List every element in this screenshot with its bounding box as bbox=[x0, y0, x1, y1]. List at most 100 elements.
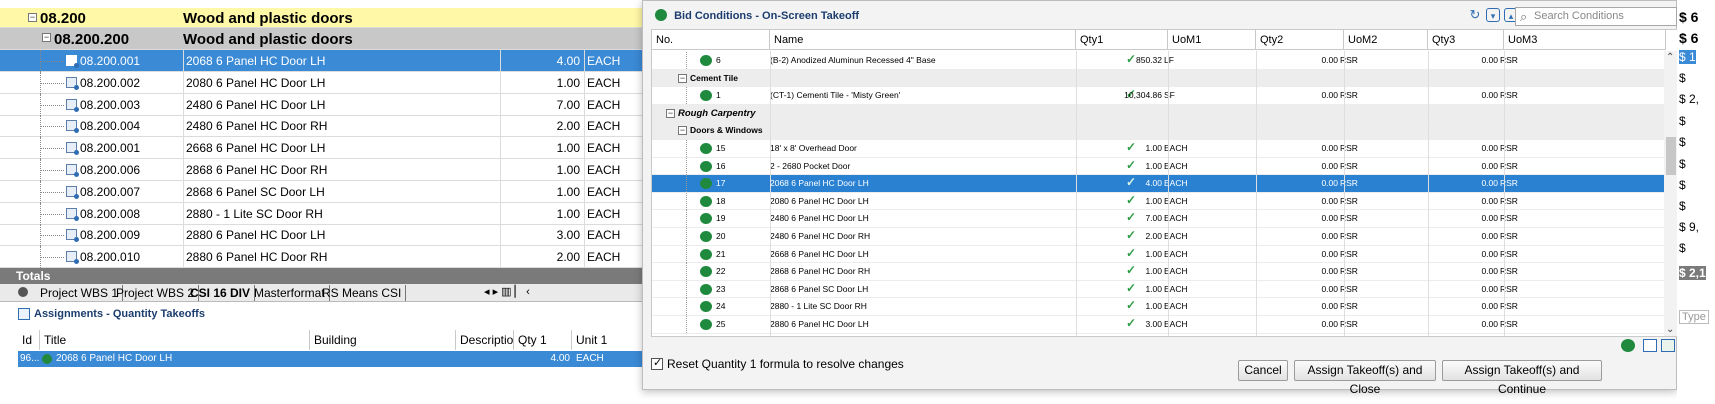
assignments-col-description[interactable]: Description bbox=[456, 330, 520, 350]
scroll-thumb[interactable] bbox=[1666, 137, 1676, 175]
estimate-row[interactable]: 08.200.010 2880 6 Panel HC Door RH 2.00 EAC… bbox=[0, 246, 645, 269]
assignments-col-id[interactable]: Id bbox=[18, 330, 40, 350]
tab-scroll-icon[interactable] bbox=[18, 287, 28, 297]
group-row[interactable]: − Doors & Windows bbox=[652, 122, 1666, 140]
assignments-icon bbox=[18, 308, 30, 320]
scroll-down-icon[interactable]: ⌄ bbox=[1666, 324, 1674, 335]
filter-icon[interactable] bbox=[1643, 339, 1657, 352]
condition-row[interactable]: 23 2868 6 Panel SC Door LH ✓ 1.00 EACH 0.00 RS… bbox=[652, 280, 1666, 299]
tab-project-wbs-1[interactable]: Project WBS 1 bbox=[36, 285, 124, 301]
estimate-row[interactable]: 08.200.003 2480 6 Panel HC Door LH 7.00 EAC… bbox=[0, 93, 645, 116]
condition-name: 2 - 2680 Pocket Door bbox=[770, 160, 851, 171]
total-value: $ 2,1 bbox=[1679, 266, 1706, 280]
column-no[interactable]: No. bbox=[652, 30, 770, 50]
assignment-row[interactable]: 96... 2068 6 Panel HC Door LH 4.00 EACH bbox=[18, 351, 645, 367]
collapse-all-icon[interactable]: ▾ bbox=[1486, 8, 1500, 22]
item-description: 2868 6 Panel SC Door LH bbox=[183, 180, 325, 203]
group-row-08200200[interactable]: −08.200.200 Wood and plastic doors bbox=[0, 28, 645, 50]
group-row[interactable]: − Cement Tile bbox=[652, 69, 1666, 88]
tree-line bbox=[686, 87, 687, 105]
estimate-row[interactable]: 08.200.006 2868 6 Panel HC Door RH 1.00 EAC… bbox=[0, 159, 645, 181]
column-uom2[interactable]: UoM2 bbox=[1344, 30, 1428, 50]
condition-icon bbox=[700, 231, 712, 242]
collapse-icon[interactable]: − bbox=[28, 13, 37, 22]
tree-line bbox=[686, 52, 687, 69]
reset-checkbox[interactable] bbox=[651, 356, 663, 370]
total-value: $ bbox=[1679, 241, 1686, 255]
cancel-button[interactable]: Cancel bbox=[1238, 360, 1288, 381]
condition-row[interactable]: 18 2080 6 Panel HC Door LH ✓ 1.00 EACH 0.00 RS… bbox=[652, 192, 1666, 211]
estimate-row[interactable]: 08.200.001 2068 6 Panel HC Door LH 4.00 EAC… bbox=[0, 50, 645, 72]
condition-row[interactable]: 24 2880 - 1 Lite SC Door RH ✓ 1.00 EACH 0.00 R… bbox=[652, 298, 1666, 316]
tab-csi-16-div[interactable]: CSI 16 DIV bbox=[186, 285, 256, 301]
tree-line bbox=[686, 210, 687, 228]
condition-icon bbox=[700, 301, 712, 313]
column-qty3[interactable]: Qty3 bbox=[1428, 30, 1504, 50]
column-name[interactable]: Name bbox=[770, 30, 1076, 50]
tree-line bbox=[686, 192, 687, 210]
scroll-up-icon[interactable]: ⌃ bbox=[1666, 52, 1674, 63]
tab-navigation[interactable]: ◂ ▸ ▥ ▏ ‹ bbox=[484, 285, 530, 298]
column-qty2[interactable]: Qty2 bbox=[1256, 30, 1344, 50]
collapse-icon[interactable]: − bbox=[678, 73, 687, 83]
qty3-value: 0.00 bbox=[1481, 301, 1498, 312]
condition-row[interactable]: 19 2480 6 Panel HC Door LH ✓ 7.00 EACH 0.00 RS… bbox=[652, 210, 1666, 228]
condition-number: 17 bbox=[716, 178, 726, 189]
add-takeoff-icon[interactable] bbox=[1621, 339, 1635, 352]
condition-row[interactable]: 21 2668 6 Panel HC Door LH ✓ 1.00 EACH 0.00 RS… bbox=[652, 245, 1666, 264]
estimate-row[interactable]: 08.200.008 2880 - 1 Lite SC Door RH 1.00 EA… bbox=[0, 202, 645, 225]
condition-number: 18 bbox=[716, 195, 726, 206]
search-conditions-input[interactable]: Search Conditions bbox=[1515, 7, 1677, 26]
condition-row[interactable]: 22 2868 6 Panel HC Door RH ✓ 1.00 EACH 0.00 RS… bbox=[652, 263, 1666, 281]
condition-number: 1 bbox=[716, 90, 721, 101]
item-uom: EACH bbox=[584, 202, 620, 225]
uom3-value: RSR bbox=[1500, 231, 1518, 241]
estimate-row[interactable]: 08.200.002 2080 6 Panel HC Door LH 1.00 EAC… bbox=[0, 71, 645, 94]
item-code: 08.200.006 bbox=[80, 163, 141, 177]
item-uom: EACH bbox=[584, 93, 620, 116]
condition-row[interactable]: 20 2480 6 Panel HC Door RH ✓ 2.00 EACH 0.00 RS… bbox=[652, 228, 1666, 246]
assign-close-button[interactable]: Assign Takeoff(s) and Close bbox=[1294, 360, 1436, 396]
uom2-value: RSR bbox=[1340, 266, 1358, 277]
item-icon bbox=[66, 98, 79, 112]
condition-row[interactable]: 17 2068 6 Panel HC Door LH ✓ 4.00 EACH 0.00 RS… bbox=[652, 175, 1666, 193]
group-row-08200[interactable]: −08.200 Wood and plastic doors bbox=[0, 8, 645, 28]
vertical-scrollbar[interactable]: ⌃ ⌄ bbox=[1664, 51, 1678, 336]
add-condition-icon[interactable] bbox=[1661, 339, 1675, 352]
column-uom3[interactable]: UoM3 bbox=[1504, 30, 1666, 50]
category-row[interactable]: − Rough Carpentry bbox=[652, 104, 1666, 123]
estimate-row[interactable]: 08.200.001 2668 6 Panel HC Door LH 1.00 EAC… bbox=[0, 137, 645, 160]
qty1-value: 3.00 bbox=[1145, 319, 1162, 329]
condition-row[interactable]: 15 18' x 8' Overhead Door ✓ 1.00 EACH 0.00 RSR… bbox=[652, 140, 1666, 158]
reset-formula-option[interactable]: Reset Quantity 1 formula to resolve chan… bbox=[651, 356, 904, 371]
qty1-value: 1.00 bbox=[1145, 143, 1162, 153]
condition-icon bbox=[700, 90, 712, 102]
collapse-icon[interactable]: − bbox=[678, 126, 687, 136]
condition-name: 2880 - 1 Lite SC Door RH bbox=[770, 301, 867, 312]
column-uom1[interactable]: UoM1 bbox=[1168, 30, 1256, 50]
type-filter-input[interactable]: Type bbox=[1679, 310, 1709, 324]
item-code: 08.200.001 bbox=[80, 141, 141, 156]
condition-row[interactable]: 16 2 - 2680 Pocket Door ✓ 1.00 EACH 0.00 RSR 0.… bbox=[652, 157, 1666, 176]
assign-continue-button[interactable]: Assign Takeoff(s) and Continue bbox=[1442, 360, 1602, 396]
condition-row[interactable]: 1 (CT-1) Cementi Tile - 'Misty Green' ✓ 10,… bbox=[652, 87, 1666, 105]
estimate-row[interactable]: 08.200.004 2480 6 Panel HC Door RH 2.00 EAC… bbox=[0, 115, 645, 138]
collapse-icon[interactable]: − bbox=[666, 108, 675, 118]
qty3-value: 0.00 bbox=[1481, 143, 1498, 153]
qty2-value: 0.00 bbox=[1321, 319, 1338, 329]
condition-row[interactable]: 25 2880 6 Panel HC Door LH ✓ 3.00 EACH 0.00 RS… bbox=[652, 316, 1666, 334]
tab-rs-means-csi[interactable]: RS Means CSI bbox=[318, 285, 407, 301]
estimate-row[interactable]: 08.200.009 2880 6 Panel HC Door LH 3.00 EAC… bbox=[0, 224, 645, 247]
assignments-col-qty-1[interactable]: Qty 1 bbox=[514, 330, 572, 350]
condition-row[interactable]: 6 (B-2) Anodized Aluminun Recessed 4" Bas… bbox=[652, 52, 1666, 70]
refresh-icon[interactable]: ↻ bbox=[1468, 8, 1482, 22]
column-divider bbox=[1428, 51, 1429, 336]
column-qty1[interactable]: Qty1 bbox=[1076, 30, 1168, 50]
estimate-row[interactable]: 08.200.007 2868 6 Panel SC Door LH 1.00 EAC… bbox=[0, 180, 645, 203]
item-quantity: 1.00 bbox=[500, 71, 582, 94]
assignments-col-building[interactable]: Building bbox=[310, 330, 456, 350]
total-value: $ bbox=[1679, 157, 1686, 171]
collapse-icon[interactable]: − bbox=[42, 33, 51, 42]
assignments-col-unit-1[interactable]: Unit 1 bbox=[572, 330, 645, 350]
assignments-col-title[interactable]: Title bbox=[40, 330, 310, 350]
